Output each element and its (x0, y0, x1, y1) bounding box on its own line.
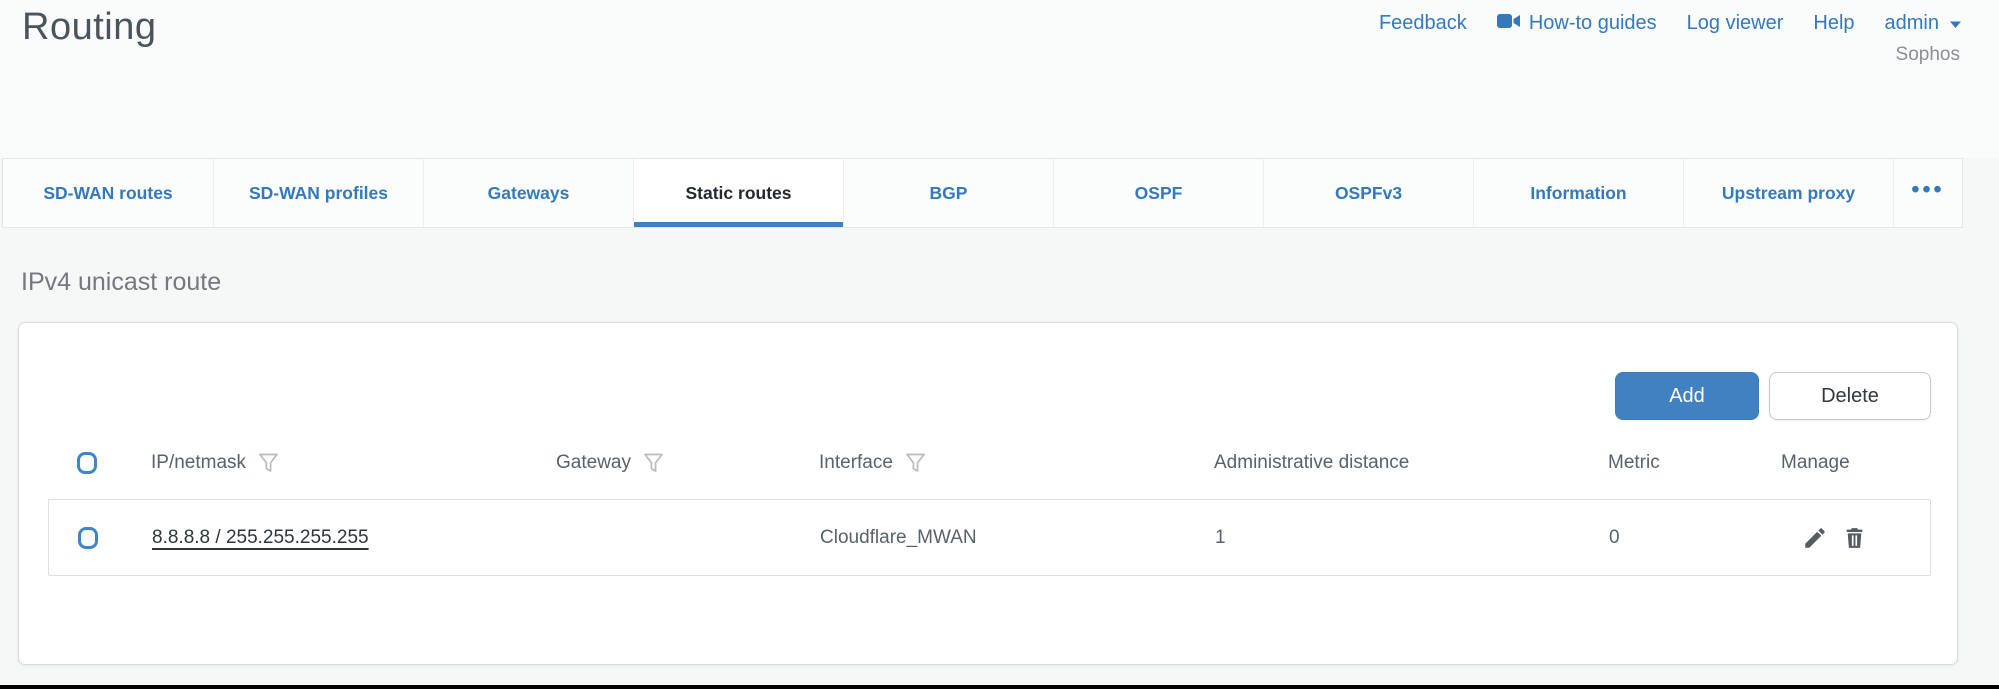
route-ip-link[interactable]: 8.8.8.8 / 255.255.255.255 (152, 527, 369, 548)
column-header-manage: Manage (1781, 452, 1850, 474)
row-checkbox[interactable] (78, 527, 98, 549)
help-link[interactable]: Help (1813, 12, 1854, 35)
column-header-admin-distance: Administrative distance (1214, 452, 1409, 474)
video-camera-icon (1497, 12, 1521, 35)
chevron-down-icon (1949, 12, 1962, 35)
route-admin-distance-cell: 1 (1215, 527, 1609, 549)
column-header-interface: Interface (819, 452, 893, 474)
ellipsis-icon: ••• (1911, 176, 1944, 203)
column-header-ip-netmask: IP/netmask (151, 452, 246, 474)
select-all-checkbox[interactable] (77, 452, 97, 474)
tab-more-menu[interactable]: ••• (1893, 159, 1962, 227)
screen-bottom-edge (0, 685, 1999, 689)
filter-icon[interactable] (905, 452, 926, 474)
tab-sdwan-profiles[interactable]: SD-WAN profiles (213, 159, 423, 227)
delete-button[interactable]: Delete (1769, 372, 1931, 420)
top-nav: Feedback How-to guides Log viewer Help a… (1379, 12, 1962, 35)
column-header-gateway: Gateway (556, 452, 631, 474)
add-button[interactable]: Add (1615, 372, 1759, 420)
delete-trash-icon[interactable] (1842, 525, 1867, 551)
routes-table: IP/netmask Gateway Interface Administrat… (48, 435, 1931, 576)
section-heading: IPv4 unicast route (21, 268, 221, 297)
log-viewer-link[interactable]: Log viewer (1687, 12, 1784, 35)
table-header-row: IP/netmask Gateway Interface Administrat… (48, 435, 1931, 491)
edit-pencil-icon[interactable] (1802, 525, 1828, 551)
route-metric-cell: 0 (1609, 527, 1782, 549)
column-header-metric: Metric (1608, 452, 1660, 474)
route-manage-cell (1782, 525, 1930, 551)
tab-upstream-proxy[interactable]: Upstream proxy (1683, 159, 1893, 227)
admin-menu[interactable]: admin (1885, 12, 1962, 35)
tab-sdwan-routes[interactable]: SD-WAN routes (3, 159, 213, 227)
tab-static-routes[interactable]: Static routes (633, 159, 843, 227)
table-row: 8.8.8.8 / 255.255.255.255 Cloudflare_MWA… (48, 499, 1931, 576)
tab-bar: SD-WAN routes SD-WAN profiles Gateways S… (2, 158, 1963, 228)
tab-ospfv3[interactable]: OSPFv3 (1263, 159, 1473, 227)
feedback-link[interactable]: Feedback (1379, 12, 1467, 35)
route-interface-cell: Cloudflare_MWAN (820, 527, 1215, 549)
tab-gateways[interactable]: Gateways (423, 159, 633, 227)
howto-guides-link[interactable]: How-to guides (1497, 12, 1657, 35)
filter-icon[interactable] (258, 452, 279, 474)
tab-information[interactable]: Information (1473, 159, 1683, 227)
page-title: Routing (22, 6, 156, 49)
filter-icon[interactable] (643, 452, 664, 474)
routes-card: Add Delete IP/netmask Gateway Interface (18, 322, 1958, 665)
tab-bgp[interactable]: BGP (843, 159, 1053, 227)
tab-ospf[interactable]: OSPF (1053, 159, 1263, 227)
org-name: Sophos (1896, 44, 1960, 66)
